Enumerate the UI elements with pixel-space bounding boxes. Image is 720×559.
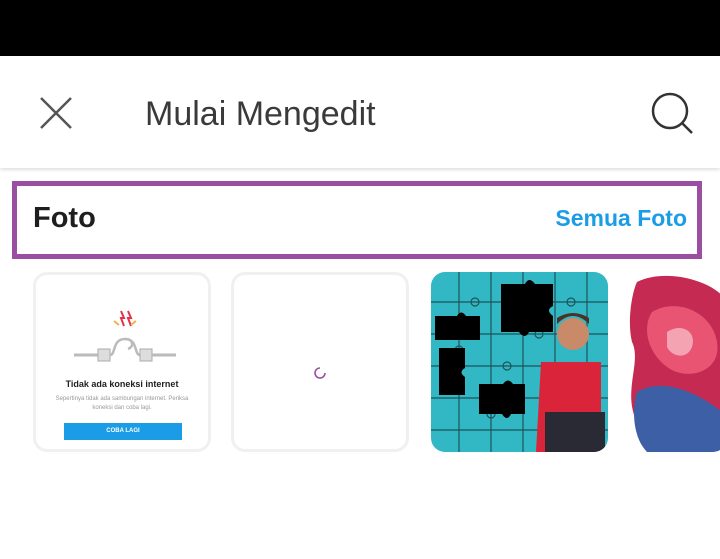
section-title: Foto <box>33 202 96 234</box>
top-app-bar: Mulai Mengedit <box>0 56 720 168</box>
retry-button[interactable]: COBA LAGI <box>64 423 182 440</box>
photos-section-header: Foto Semua Foto <box>12 181 702 259</box>
loading-spinner-icon <box>314 367 326 379</box>
photo-thumbnail[interactable] <box>431 272 608 452</box>
search-button[interactable] <box>646 88 698 140</box>
disconnected-cable-icon <box>74 310 176 362</box>
no-internet-card: Tidak ada koneksi internet Sepertinya ti… <box>33 272 211 452</box>
close-icon <box>40 97 72 129</box>
error-message: Sepertinya tidak ada sambungan internet.… <box>55 396 189 411</box>
color-smoke-image <box>627 272 720 452</box>
error-title: Tidak ada koneksi internet <box>65 379 179 389</box>
close-button[interactable] <box>32 92 80 136</box>
search-icon <box>651 92 693 134</box>
status-bar <box>0 0 720 56</box>
loading-card <box>231 272 409 452</box>
see-all-photos-link[interactable]: Semua Foto <box>555 205 687 232</box>
photo-thumbnail[interactable] <box>627 272 720 452</box>
page-title: Mulai Mengedit <box>145 95 376 133</box>
puzzle-photo-image <box>431 272 608 452</box>
